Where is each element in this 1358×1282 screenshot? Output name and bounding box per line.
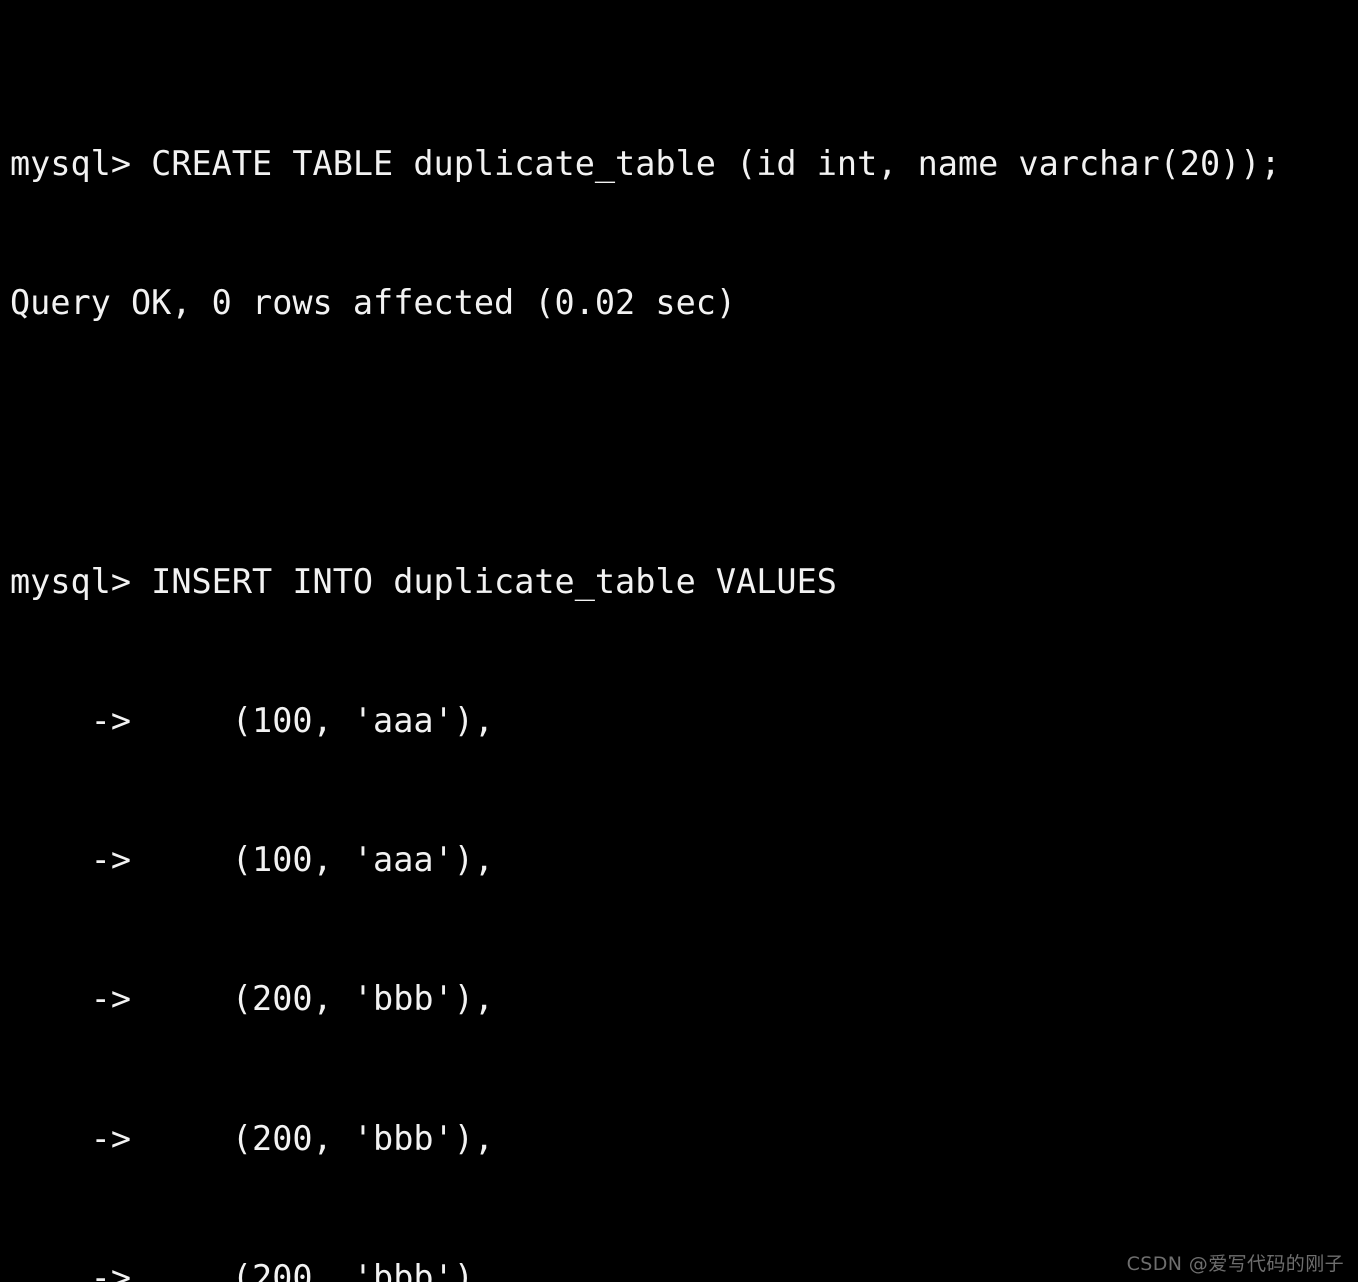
terminal-line-insert-command: mysql> INSERT INTO duplicate_table VALUE… <box>10 561 837 601</box>
terminal-line-insert-value-2: -> (100, 'aaa'), <box>10 840 495 880</box>
terminal-window[interactable]: mysql> CREATE TABLE duplicate_table (id … <box>0 0 1358 1282</box>
terminal-line-insert-value-4: -> (200, 'bbb'), <box>10 1118 495 1158</box>
terminal-line-create-table-result: Query OK, 0 rows affected (0.02 sec) <box>10 283 737 323</box>
terminal-line-create-table-command: mysql> CREATE TABLE duplicate_table (id … <box>10 144 1281 184</box>
terminal-line-blank-1 <box>10 420 1281 466</box>
terminal-line-insert-value-3: -> (200, 'bbb'), <box>10 979 495 1019</box>
terminal-line-insert-value-5: -> (200, 'bbb'), <box>10 1257 495 1282</box>
terminal-output: mysql> CREATE TABLE duplicate_table (id … <box>10 2 1281 1282</box>
terminal-line-insert-value-1: -> (100, 'aaa'), <box>10 701 495 741</box>
csdn-watermark: CSDN @爱写代码的刚子 <box>1126 1253 1344 1275</box>
